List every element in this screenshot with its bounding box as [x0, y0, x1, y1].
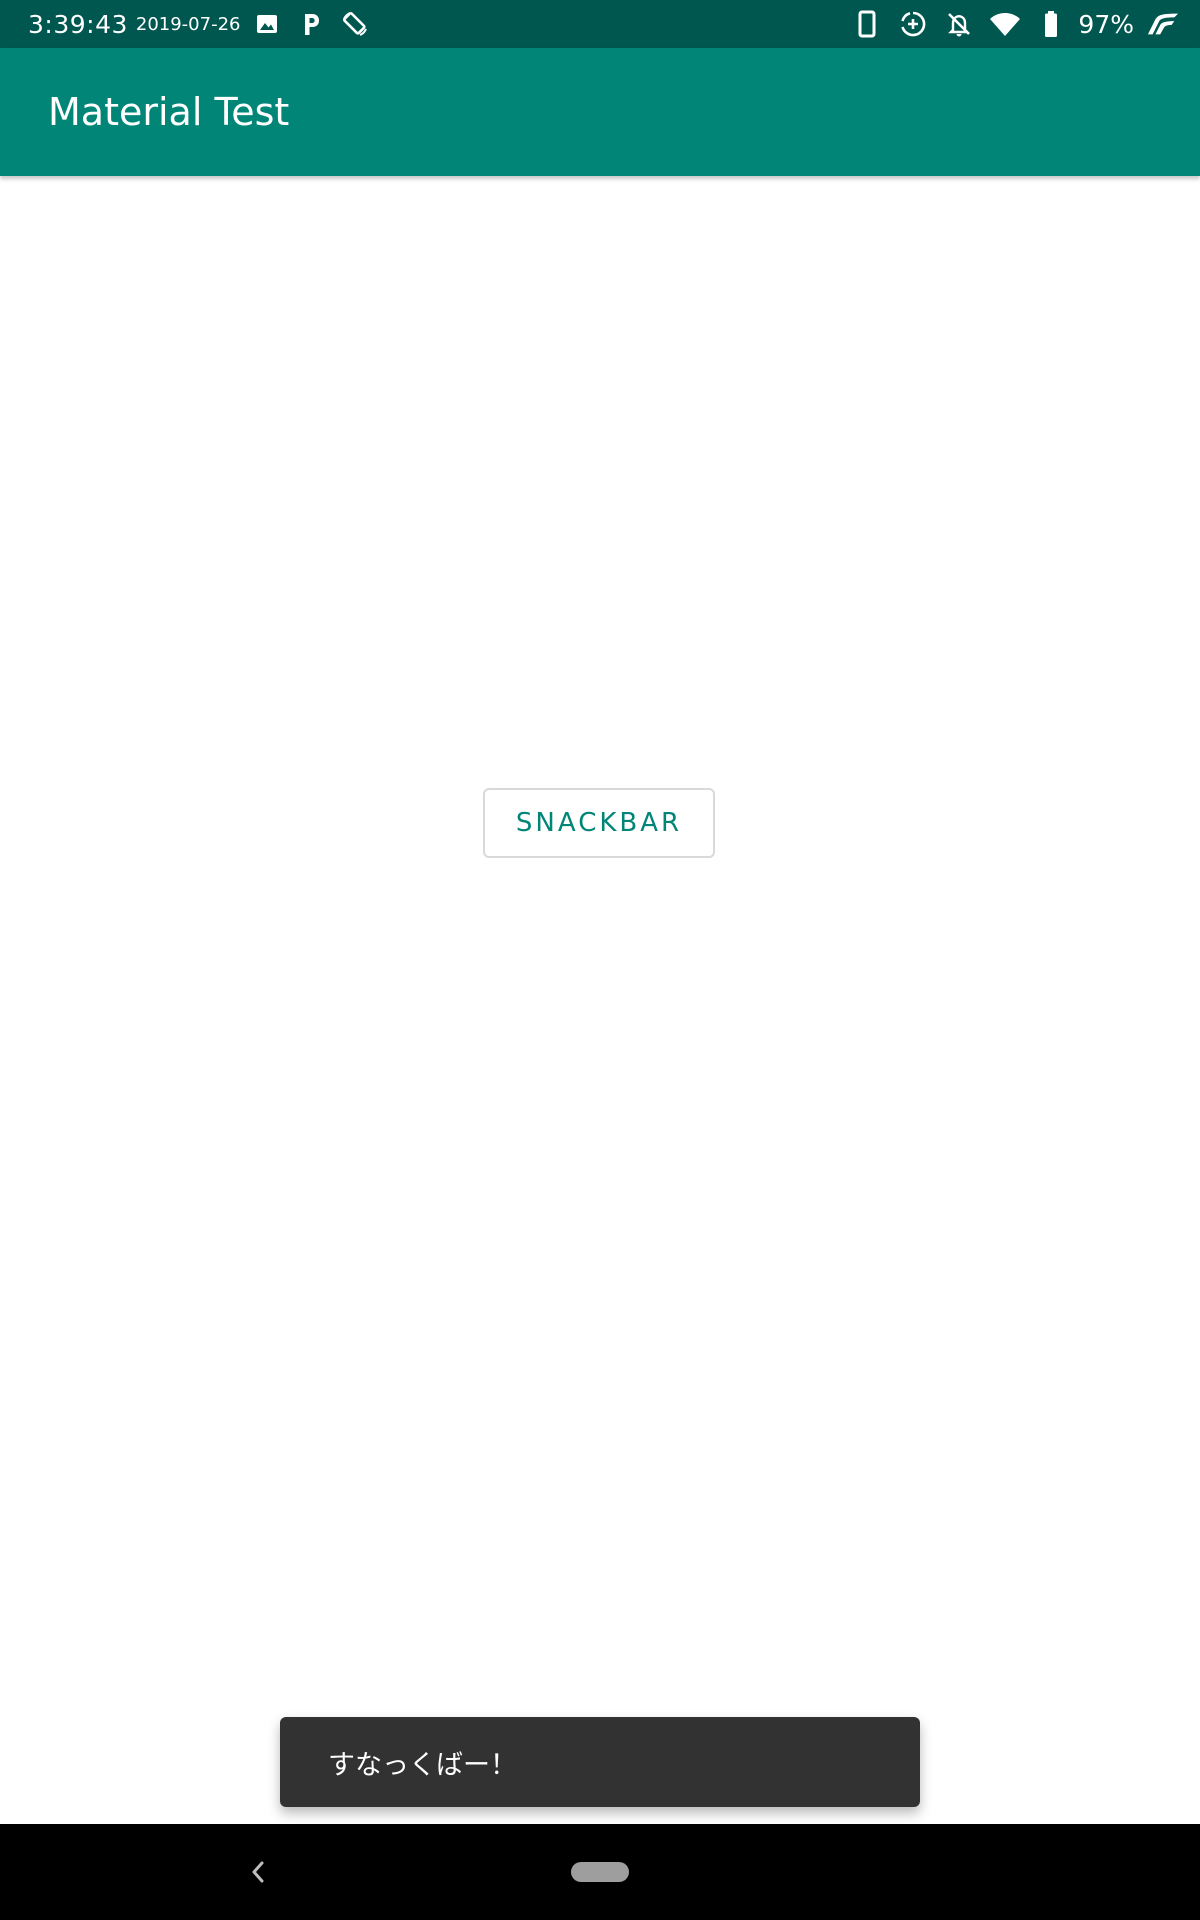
signal-icon [1146, 7, 1180, 41]
back-icon[interactable] [232, 1846, 284, 1898]
image-icon [250, 7, 284, 41]
status-right: 97% [838, 0, 1180, 48]
wifi-icon [988, 7, 1022, 41]
snackbar: すなっくばー！ [280, 1717, 920, 1807]
home-pill-icon[interactable] [571, 1862, 629, 1882]
status-left: 3:39:43 2019-07-26 [28, 0, 372, 48]
content-area [0, 176, 1200, 1824]
snackbar-message: すなっくばー！ [328, 1749, 517, 1781]
navigation-bar [0, 1824, 1200, 1920]
status-time: 3:39:43 [28, 9, 128, 39]
status-date: 2019-07-26 [135, 13, 241, 35]
phone-device-icon [850, 7, 884, 41]
screen-rotation-icon [338, 7, 372, 41]
notifications-off-icon [942, 7, 976, 41]
battery-icon [1034, 7, 1068, 41]
data-saver-icon [896, 7, 930, 41]
battery-percent: 97% [1078, 9, 1134, 39]
screen: 3:39:43 2019-07-26 97% Material Test SNA… [0, 0, 1200, 1920]
app-title: Material Test [48, 90, 290, 134]
status-bar: 3:39:43 2019-07-26 97% [0, 0, 1200, 48]
snackbar-button[interactable]: SNACKBAR [483, 788, 715, 858]
parking-icon [294, 7, 328, 41]
app-bar: Material Test [0, 48, 1200, 176]
